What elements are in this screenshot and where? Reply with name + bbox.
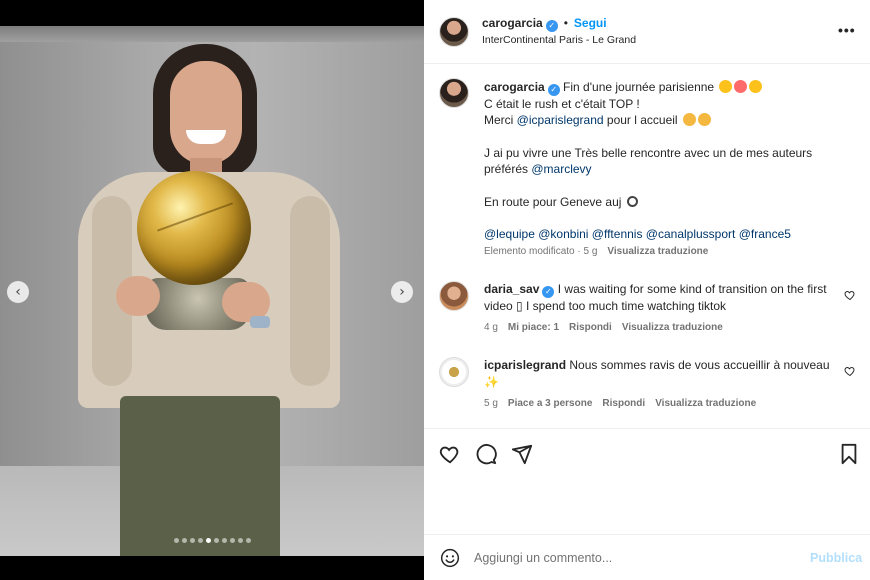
person-face (170, 61, 242, 165)
smiley-icon[interactable] (440, 548, 460, 568)
reply-button[interactable]: Rispondi (602, 398, 645, 409)
avatar[interactable] (439, 17, 469, 47)
caption-line-1: Fin d'une journée parisienne (563, 80, 715, 94)
comment-input[interactable]: Aggiungi un commento... (474, 551, 612, 565)
chevron-left-icon: ‹ (15, 284, 21, 300)
see-translation-link[interactable]: Visualizza traduzione (607, 246, 708, 257)
tag-link[interactable]: @lequipe (484, 227, 535, 241)
caption-avatar[interactable] (439, 78, 469, 108)
caption-tags: @lequipe @konbini @fftennis @canalplussp… (484, 226, 834, 242)
caption-line-2: C était le rush et c'était TOP ! (484, 97, 640, 111)
comment-meta: 4 g Mi piace: 1 Rispondi Visualizza traduzi… (484, 322, 733, 333)
tag-link[interactable]: @france5 (739, 227, 791, 241)
comment-like-heart-icon[interactable] (844, 289, 856, 301)
comment-likes[interactable]: Mi piace: 1 (508, 322, 559, 333)
instagram-post-modal: ‹ › carogarcia ✓ • Segui InterContinental P… (0, 0, 870, 580)
comment-text-block: icparislegrand Nous sommes ravis de vous… (484, 357, 839, 391)
backdrop-rail (0, 26, 424, 42)
carousel-dot (189, 538, 195, 543)
more-options-icon[interactable]: ••• (838, 22, 856, 38)
post-photo[interactable] (0, 26, 424, 556)
caption-username[interactable]: carogarcia (484, 80, 545, 94)
carousel-dot (197, 538, 203, 543)
comment-text-block: daria_sav ✓ I was waiting for some kind o… (484, 281, 839, 315)
hand-left (116, 276, 160, 316)
verified-badge-icon: ✓ (545, 20, 558, 32)
bookmark-icon[interactable] (838, 443, 860, 465)
location-link[interactable]: InterContinental Paris - Le Grand (482, 34, 636, 46)
commenter-avatar[interactable] (439, 281, 469, 311)
comment-time: 4 g (484, 322, 498, 333)
comment-time: 5 g (484, 398, 498, 409)
follow-button[interactable]: Segui (574, 16, 607, 30)
smile-emoji-icon (697, 113, 711, 127)
watch-emoji-icon (626, 195, 638, 207)
tag-link[interactable]: @konbini (538, 227, 588, 241)
carousel-dot (221, 538, 227, 543)
commenter-username[interactable]: daria_sav (484, 282, 539, 296)
carousel-dot (213, 538, 219, 543)
see-translation-link[interactable]: Visualizza traduzione (622, 322, 723, 333)
tag-link[interactable]: @fftennis (592, 227, 643, 241)
relieved-emoji-icon (682, 113, 696, 127)
carousel-dot (245, 538, 251, 543)
carousel-next-button[interactable]: › (391, 281, 413, 303)
carousel-dot (173, 538, 179, 543)
edited-timestamp: Elemento modificato · 5 g (484, 246, 598, 258)
carousel-prev-button[interactable]: ‹ (7, 281, 29, 303)
publish-button[interactable]: Pubblica (810, 551, 862, 565)
commenter-username[interactable]: icparislegrand (484, 358, 566, 372)
caption-meta: Elemento modificato · 5 g Visualizza trad… (484, 244, 834, 260)
carousel-dot (229, 538, 235, 543)
see-translation-link[interactable]: Visualizza traduzione (655, 398, 756, 409)
carousel-dot (181, 538, 187, 543)
heart-eyes-emoji-icon (734, 80, 748, 93)
mention-link[interactable]: @icparislegrand (517, 113, 604, 127)
verified-badge-icon: ✓ (547, 84, 560, 96)
carousel-dot (205, 538, 211, 543)
carousel-dot (237, 538, 243, 543)
comment-icon[interactable] (475, 443, 497, 465)
send-icon[interactable] (511, 443, 533, 465)
chevron-right-icon: › (399, 284, 405, 300)
jacket-sleeve-right (290, 196, 330, 386)
username-link[interactable]: carogarcia (482, 16, 543, 30)
pants (120, 396, 280, 556)
golden-ball-trophy (137, 171, 251, 285)
grin-emoji-icon (749, 80, 763, 93)
comment-composer: Aggiungi un commento... Pubblica (424, 534, 870, 580)
post-details-panel: carogarcia ✓ • Segui InterContinental Paris… (424, 0, 870, 580)
reply-button[interactable]: Rispondi (569, 322, 612, 333)
watch (250, 316, 270, 328)
heart-icon[interactable] (439, 443, 461, 465)
post-caption: carogarcia ✓ Fin d'une journée parisienne… (484, 79, 834, 261)
tag-link[interactable]: @canalplussport (646, 227, 736, 241)
caption-line-3-suffix: pour l accueil (603, 113, 678, 128)
smiling-emoji-icon (719, 80, 733, 93)
caption-line-5: En route pour Geneve auj (484, 194, 622, 209)
mention-link[interactable]: @marclevy (531, 162, 591, 176)
action-bar (424, 428, 870, 478)
post-header: carogarcia ✓ • Segui InterContinental Paris… (424, 0, 870, 64)
separator-dot: • (563, 16, 568, 30)
comment-likes[interactable]: Piace a 3 persone (508, 398, 593, 409)
media-panel: ‹ › (0, 0, 424, 580)
comment-like-heart-icon[interactable] (844, 365, 856, 377)
comment-meta: 5 g Piace a 3 persone Rispondi Visualizza t… (484, 398, 766, 409)
caption-line-3-prefix: Merci (484, 113, 517, 128)
verified-badge-icon: ✓ (542, 286, 555, 298)
carousel-indicator (0, 538, 424, 543)
header-user-row: carogarcia ✓ • Segui (482, 16, 607, 32)
commenter-avatar[interactable] (439, 357, 469, 387)
